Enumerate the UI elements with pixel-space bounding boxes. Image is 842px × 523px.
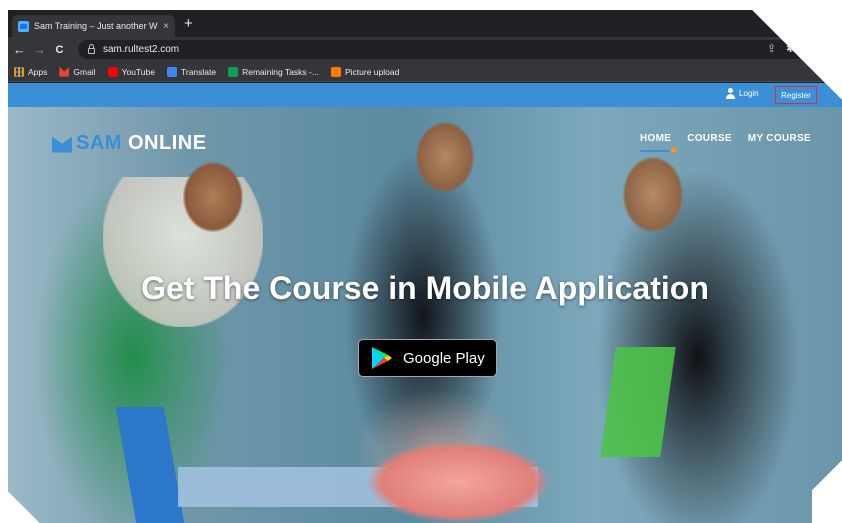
tab-strip: Sam Training – Just another W × + (8, 10, 808, 37)
translate-icon (166, 66, 177, 77)
side-panel-icon[interactable]: ▯ (805, 42, 811, 55)
bookmark-youtube[interactable]: YouTube (107, 66, 155, 77)
share-icon[interactable]: ⇪ (767, 42, 776, 55)
youtube-icon (107, 66, 118, 77)
address-bar[interactable]: sam.rultest2.com ⇪ ☆ (78, 40, 806, 59)
bookmark-label: Remaining Tasks -... (242, 66, 319, 77)
bookmark-picture-upload[interactable]: Picture upload (330, 66, 400, 77)
bookmark-remaining-tasks[interactable]: Remaining Tasks -... (228, 66, 319, 77)
new-tab-button[interactable]: + (184, 16, 193, 31)
url-text: sam.rultest2.com (103, 44, 180, 55)
reload-button[interactable]: C (51, 44, 68, 56)
site-top-bar: Login Register (8, 83, 842, 107)
bookmark-apps[interactable]: Apps (14, 66, 48, 77)
nav-course[interactable]: COURSE (687, 133, 732, 152)
nav-home[interactable]: HOME (640, 133, 671, 152)
hero-banner: SAM ONLINE HOME COURSE MY COURSE Get The… (8, 107, 842, 523)
hero-photo-face (623, 157, 683, 232)
bookmark-label: Picture upload (344, 66, 400, 77)
nav-my-course[interactable]: MY COURSE (748, 133, 811, 152)
site-logo[interactable]: SAM ONLINE (52, 132, 207, 155)
bookmarks-bar: Apps Gmail YouTube Translate Remaining T… (8, 62, 842, 82)
google-play-label: Google Play (403, 349, 485, 367)
google-play-button[interactable]: Google Play (358, 339, 497, 377)
browser-window: Sam Training – Just another W × + ← → C … (0, 10, 842, 523)
extensions-icon[interactable]: ✱ (786, 42, 795, 55)
user-icon (725, 88, 735, 99)
register-button[interactable]: Register (775, 86, 817, 104)
lock-icon (88, 43, 95, 54)
bookmark-label: Apps (28, 66, 48, 77)
logo-text-sam: SAM (76, 132, 128, 154)
hero-headline: Get The Course in Mobile Application (141, 270, 709, 306)
logo-text-online: ONLINE (128, 132, 207, 154)
bookmark-translate[interactable]: Translate (166, 66, 217, 77)
hero-photo-board (115, 407, 185, 523)
bookmark-label: YouTube (121, 66, 155, 77)
login-label: Login (739, 89, 759, 98)
tab-title: Sam Training – Just another W (34, 21, 158, 31)
site-favicon-icon (18, 20, 29, 32)
browser-tab[interactable]: Sam Training – Just another W × (12, 15, 175, 37)
gmail-icon (59, 66, 70, 77)
back-button[interactable]: ← (11, 42, 28, 57)
logo-icon (52, 135, 72, 153)
bookmark-gmail[interactable]: Gmail (59, 66, 96, 77)
login-link[interactable]: Login (725, 88, 759, 99)
hero-photo-board (600, 347, 676, 457)
forward-button[interactable]: → (31, 42, 48, 57)
hero-photo-face (416, 122, 474, 192)
browser-toolbar: ← → C sam.rultest2.com ⇪ ☆ ✱ ▯ (8, 37, 842, 62)
main-nav: HOME COURSE MY COURSE (640, 133, 811, 152)
close-tab-icon[interactable]: × (163, 21, 169, 32)
tasks-icon (228, 66, 239, 77)
bookmark-label: Translate (180, 66, 217, 77)
nav-active-dot (671, 147, 677, 153)
picture-icon (330, 66, 341, 77)
hero-photo-baby (368, 442, 548, 522)
apps-icon (14, 66, 24, 77)
logo-text: SAM ONLINE (76, 132, 207, 155)
bookmark-label: Gmail (73, 66, 96, 77)
hero-photo-face (183, 162, 243, 232)
google-play-icon (372, 347, 392, 369)
